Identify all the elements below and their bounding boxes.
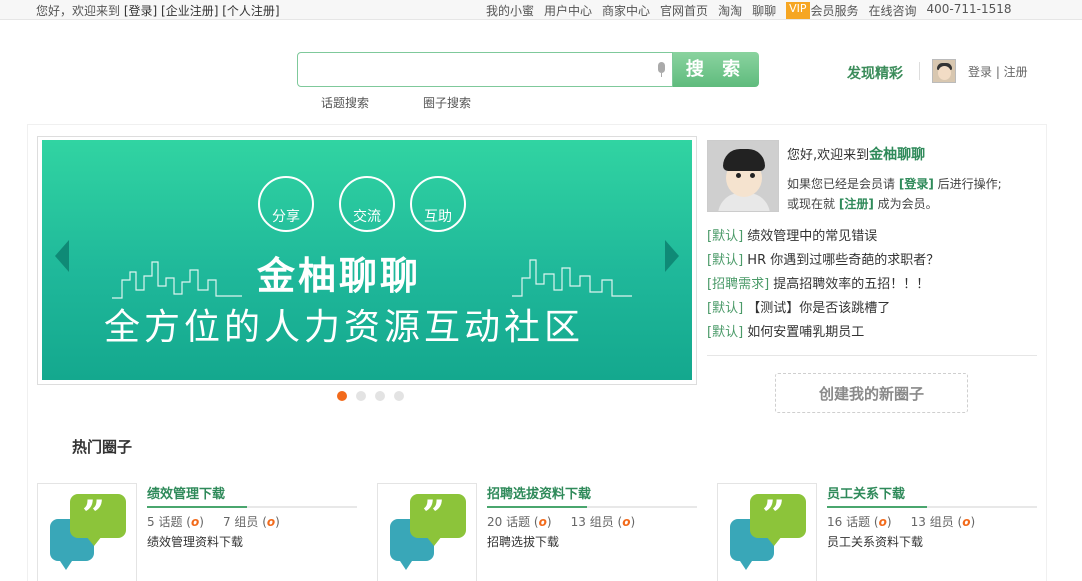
login-link[interactable]: [登录] xyxy=(124,4,157,18)
banner-title: 金柚聊聊 xyxy=(257,254,422,298)
banner-pagination xyxy=(337,391,404,401)
welcome-login-line: 如果您已经是会员请 [登录] 后进行操作; xyxy=(787,175,1002,192)
topic-item[interactable]: [招聘需求] 提高招聘效率的五招！！！ xyxy=(707,273,929,292)
welcome-line2-pre: 或现在就 xyxy=(787,197,836,211)
banner-dot-3[interactable] xyxy=(375,391,385,401)
topic-title[interactable]: 绩效管理中的常见错误 xyxy=(747,229,877,244)
header-divider xyxy=(919,62,920,80)
circle-member-badge: o xyxy=(266,515,276,529)
welcome-login-link[interactable]: [登录] xyxy=(899,177,934,191)
circle-topic-count: 20 话题 xyxy=(487,515,531,529)
microphone-icon[interactable] xyxy=(656,62,666,78)
topic-item[interactable]: [默认] 绩效管理中的常见错误 xyxy=(707,225,877,244)
circle-underline xyxy=(827,506,1037,508)
circle-topic-badge: o xyxy=(538,515,547,529)
topic-item[interactable]: [默认] 【测试】你是否该跳槽了 xyxy=(707,297,890,316)
circle-thumbnail[interactable]: ” xyxy=(37,483,137,581)
circle-topic-badge: o xyxy=(878,515,887,529)
greeting-text: 您好，欢迎来到 xyxy=(36,4,121,18)
hotline-number: 400-711-1518 xyxy=(926,2,1012,16)
topic-title[interactable]: HR 你遇到过哪些奇葩的求职者？ xyxy=(747,253,939,268)
banner-icon-label-exchange: 交流 xyxy=(353,209,381,225)
circle-member-count: 13 组员 xyxy=(570,515,614,529)
discover-link[interactable]: 发现精彩 xyxy=(847,63,903,83)
welcome-line1-pre: 如果您已经是会员请 xyxy=(787,177,896,191)
topic-tag[interactable]: [默认] xyxy=(707,301,743,316)
circle-member-count: 13 组员 xyxy=(910,515,954,529)
circle-stats: 20 话题 (o) 13 组员 (o) xyxy=(487,515,636,529)
banner-icon-label-share: 分享 xyxy=(272,209,300,225)
banner-dot-2[interactable] xyxy=(356,391,366,401)
search-box xyxy=(297,52,673,87)
circle-title[interactable]: 招聘选拔资料下载 xyxy=(487,483,591,502)
divider xyxy=(707,355,1037,356)
banner-icon-label-help: 互助 xyxy=(424,209,452,225)
topic-tag[interactable]: [默认] xyxy=(707,325,743,340)
topbar-link-official-home[interactable]: 官网首页 xyxy=(660,2,708,19)
circle-title[interactable]: 员工关系下载 xyxy=(827,483,905,502)
circle-description: 绩效管理资料下载 xyxy=(147,535,244,549)
circle-description: 招聘选拔下载 xyxy=(487,535,560,549)
tab-topic-search[interactable]: 话题搜索 xyxy=(321,94,369,111)
banner-next-arrow-icon[interactable] xyxy=(665,240,679,272)
banner-prev-arrow-icon[interactable] xyxy=(55,240,69,272)
topbar-link-member-service[interactable]: 会员服务 xyxy=(811,2,859,19)
circle-stats: 5 话题 (o) 7 组员 (o) xyxy=(147,515,280,529)
circle-underline xyxy=(147,506,357,508)
welcome-line2-post: 成为会员。 xyxy=(877,197,938,211)
banner-dot-4[interactable] xyxy=(394,391,404,401)
welcome-avatar xyxy=(707,140,779,212)
search-input[interactable] xyxy=(298,53,638,86)
topic-item[interactable]: [默认] 如何安置哺乳期员工 xyxy=(707,321,864,340)
vip-badge: VIP xyxy=(786,2,810,19)
topbar-link-liaoliao[interactable]: 聊聊 xyxy=(752,2,776,19)
welcome-register-line: 或现在就 [注册] 成为会员。 xyxy=(787,195,938,212)
topic-title[interactable]: 如何安置哺乳期员工 xyxy=(747,325,864,340)
topic-item[interactable]: [默认] HR 你遇到过哪些奇葩的求职者？ xyxy=(707,249,939,268)
create-circle-button[interactable]: 创建我的新圈子 xyxy=(775,373,968,413)
tab-circle-search[interactable]: 圈子搜索 xyxy=(423,94,471,111)
banner-slide[interactable]: 分享 交流 互助 金柚聊聊 全方位的人力资源互动社区 xyxy=(42,140,692,380)
circle-description: 员工关系资料下载 xyxy=(827,535,924,549)
banner-dot-1[interactable] xyxy=(337,391,347,401)
circle-topic-badge: o xyxy=(190,515,200,529)
circle-underline xyxy=(487,506,697,508)
circle-thumbnail[interactable]: ” xyxy=(717,483,817,581)
hot-circles-heading: 热门圈子 xyxy=(72,438,133,456)
topbar-link-user-center[interactable]: 用户中心 xyxy=(544,2,592,19)
welcome-hello: 您好,欢迎来到 xyxy=(787,148,870,163)
circle-topic-count: 5 话题 xyxy=(147,515,183,529)
welcome-line1-post: 后进行操作; xyxy=(937,177,1002,191)
topbar-greeting-area: 您好，欢迎来到 [登录] [企业注册] [个人注册] xyxy=(36,2,280,19)
header-login-register[interactable]: 登录 | 注册 xyxy=(968,63,1028,80)
circle-member-count: 7 组员 xyxy=(222,515,259,529)
topic-tag[interactable]: [默认] xyxy=(707,253,743,268)
circle-topic-count: 16 话题 xyxy=(827,515,871,529)
topbar-links: 我的小蜜 用户中心 商家中心 官网首页 淘淘 聊聊 VIP 会员服务 在线咨询 … xyxy=(486,2,1022,19)
topic-title[interactable]: 提高招聘效率的五招！！！ xyxy=(773,277,929,292)
circle-member-badge: o xyxy=(962,515,971,529)
corp-register-link[interactable]: [企业注册] xyxy=(161,4,218,18)
banner-subtitle: 全方位的人力资源互动社区 xyxy=(104,307,585,348)
search-button[interactable]: 搜 索 xyxy=(673,52,759,87)
site-name: 金柚聊聊 xyxy=(869,147,926,163)
circle-stats: 16 话题 (o) 13 组员 (o) xyxy=(827,515,976,529)
circle-member-badge: o xyxy=(622,515,631,529)
user-avatar-icon[interactable] xyxy=(932,59,956,83)
top-bar: 您好，欢迎来到 [登录] [企业注册] [个人注册] 我的小蜜 用户中心 商家中… xyxy=(0,0,1082,20)
circle-title[interactable]: 绩效管理下载 xyxy=(147,483,225,502)
topbar-link-online-consult[interactable]: 在线咨询 xyxy=(869,2,917,19)
welcome-heading: 您好,欢迎来到金柚聊聊 xyxy=(787,144,925,164)
topbar-link-taotao[interactable]: 淘淘 xyxy=(718,2,742,19)
personal-register-link[interactable]: [个人注册] xyxy=(222,4,279,18)
topic-tag[interactable]: [默认] xyxy=(707,229,743,244)
topic-title[interactable]: 【测试】你是否该跳槽了 xyxy=(747,301,890,316)
circle-thumbnail[interactable]: ” xyxy=(377,483,477,581)
welcome-register-link[interactable]: [注册] xyxy=(839,197,874,211)
topbar-link-merchant-center[interactable]: 商家中心 xyxy=(602,2,650,19)
topbar-link-my-assistant[interactable]: 我的小蜜 xyxy=(486,2,534,19)
topic-tag[interactable]: [招聘需求] xyxy=(707,277,769,292)
